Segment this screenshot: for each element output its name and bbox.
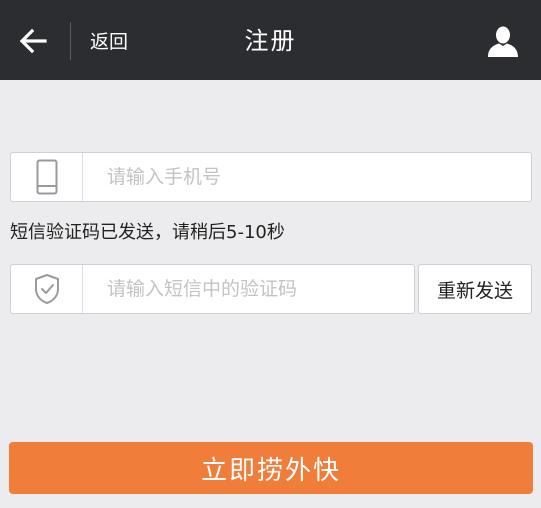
shield-check-icon [34,274,59,304]
phone-input[interactable] [107,153,507,201]
resend-code-button[interactable]: 重新发送 [418,264,532,314]
mobile-phone-icon [36,159,57,195]
phone-icon-cell [11,153,83,201]
verification-code-input[interactable] [107,265,397,313]
code-icon-cell [11,265,83,313]
sms-sent-status: 短信验证码已发送，请稍后5-10秒 [10,222,285,243]
phone-field [10,152,532,202]
page-title: 注册 [244,27,297,55]
top-navigation-bar: 返回 注册 [0,0,541,80]
verification-code-field [10,264,415,314]
submit-button[interactable]: 立即捞外快 [9,442,533,494]
user-icon[interactable] [487,25,519,57]
